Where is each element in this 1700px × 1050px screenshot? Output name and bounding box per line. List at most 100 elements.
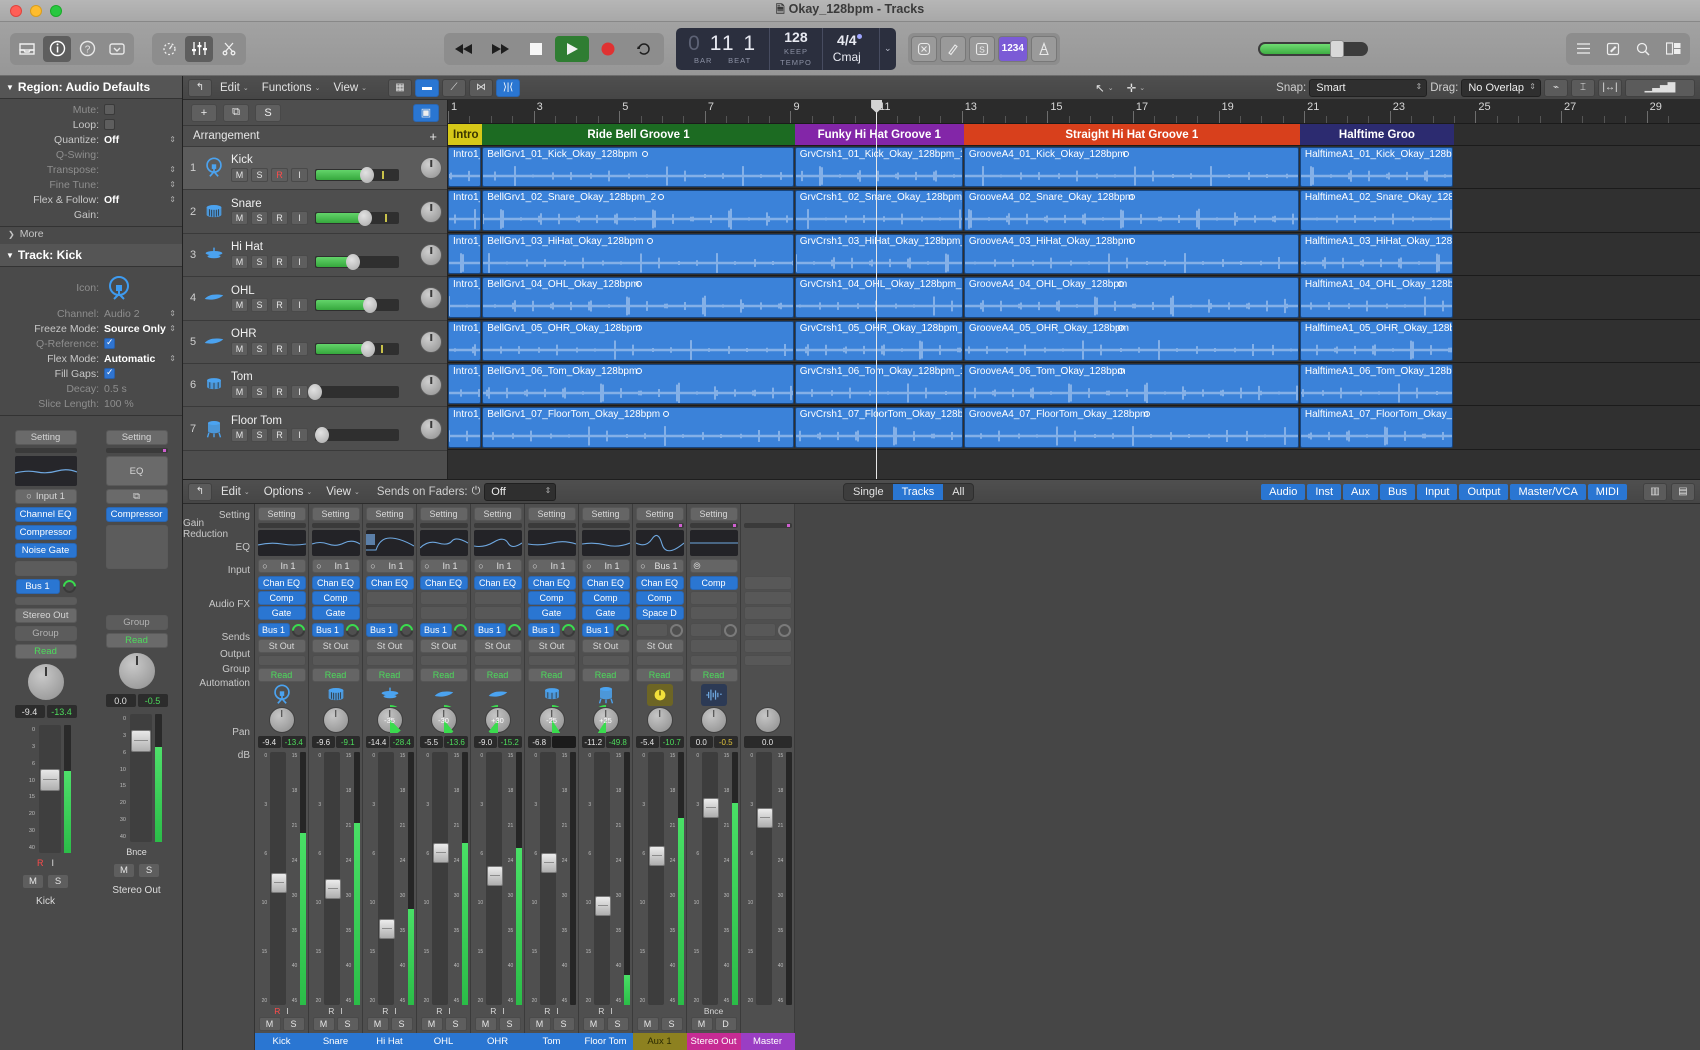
metronome-icon[interactable] bbox=[1031, 36, 1057, 62]
track-record-button[interactable]: R bbox=[271, 428, 288, 442]
volume-value[interactable]: -9.4 bbox=[15, 705, 45, 718]
track-record-button[interactable]: R bbox=[271, 255, 288, 269]
inspector-row[interactable]: Loop: bbox=[0, 117, 182, 132]
volume-value[interactable]: -9.4 bbox=[258, 736, 282, 748]
fx-slot-empty[interactable] bbox=[744, 576, 792, 590]
output-slot[interactable]: St Out bbox=[366, 639, 414, 653]
cycle-button[interactable] bbox=[627, 36, 661, 62]
track-input-monitor-button[interactable]: I bbox=[291, 298, 308, 312]
region-loop-icon[interactable] bbox=[663, 411, 669, 417]
input-slot[interactable]: ○In 1 bbox=[420, 559, 468, 573]
mixer-menu-edit[interactable]: Edit⌄ bbox=[216, 484, 255, 500]
bounce-button[interactable]: Bnce bbox=[704, 1006, 723, 1016]
track-name[interactable]: Floor Tom bbox=[231, 415, 415, 428]
volume-fader[interactable] bbox=[648, 752, 664, 1005]
send-level-knob[interactable] bbox=[721, 621, 739, 639]
automation-slot[interactable]: Read bbox=[474, 668, 522, 682]
inspector-row[interactable]: Quantize:Off⇕ bbox=[0, 132, 182, 147]
mixer-filter-audio[interactable]: Audio bbox=[1261, 484, 1305, 500]
input-slot[interactable]: ○In 1 bbox=[312, 559, 360, 573]
input-slot[interactable]: ○In 1 bbox=[582, 559, 630, 573]
fx-slot[interactable]: Gate bbox=[582, 606, 630, 620]
setting-button[interactable]: Setting bbox=[258, 507, 306, 521]
track-solo-button[interactable]: S bbox=[251, 211, 268, 225]
inspector-row[interactable]: Freeze Mode:Source Only⇕ bbox=[0, 321, 182, 336]
pointer-tool[interactable]: ↖⌄ bbox=[1090, 79, 1119, 97]
send-slot-empty[interactable] bbox=[690, 623, 722, 637]
mixer-strip-hi-hat[interactable]: Setting○In 1Chan EQBus 1St OutRead-35-14… bbox=[363, 504, 417, 1050]
secondary-tool[interactable]: ✛⌄ bbox=[1122, 79, 1151, 97]
setting-button[interactable]: Setting bbox=[582, 507, 630, 521]
stepper-icon[interactable]: ⇕ bbox=[169, 309, 176, 318]
setting-button[interactable]: Setting bbox=[474, 507, 522, 521]
channel-name[interactable]: Aux 1 bbox=[633, 1033, 687, 1050]
audio-region[interactable]: GrvCrsh1_03_HiHat_Okay_128bpm_1 bbox=[795, 234, 963, 274]
snare-drum-icon[interactable] bbox=[323, 684, 349, 706]
audio-region[interactable]: GrooveA4_06_Tom_Okay_128bpm bbox=[964, 364, 1299, 404]
audio-region[interactable]: HalftimeA1_05_OHR_Okay_128bpm_1 bbox=[1300, 321, 1453, 361]
waveform-view-icon[interactable]: ▬ bbox=[415, 79, 439, 97]
audio-region[interactable]: GrvCrsh1_01_Kick_Okay_128bpm_1 bbox=[795, 147, 963, 187]
send-level-knob[interactable] bbox=[667, 621, 685, 639]
view-mode-all[interactable]: All bbox=[943, 484, 973, 500]
audio-region[interactable]: GrvCrsh1_04_OHL_Okay_128bpm_1 bbox=[795, 277, 963, 317]
track-pan-knob[interactable] bbox=[420, 331, 442, 353]
balance-knob[interactable] bbox=[117, 651, 157, 691]
inspector-row[interactable]: Fill Gaps: bbox=[0, 366, 182, 381]
setting-button[interactable]: Setting bbox=[690, 507, 738, 521]
track-pan-knob[interactable] bbox=[420, 418, 442, 440]
automation-slot[interactable]: Read bbox=[258, 668, 306, 682]
menu-view[interactable]: View⌄ bbox=[328, 80, 372, 96]
overhead-icon[interactable] bbox=[431, 684, 457, 706]
track-solo-button[interactable]: S bbox=[251, 342, 268, 356]
track-name[interactable]: Snare bbox=[231, 198, 415, 211]
fx-slot[interactable]: Comp bbox=[582, 591, 630, 605]
snap-mode-icon[interactable]: ⟩|⟨ bbox=[496, 79, 520, 97]
channel-icon[interactable] bbox=[755, 684, 781, 706]
channel-name[interactable]: Master bbox=[741, 1033, 795, 1050]
mixer-strip-snare[interactable]: Setting○In 1Chan EQCompGateBus 1St OutRe… bbox=[309, 504, 363, 1050]
audio-region[interactable]: Intro1_ bbox=[448, 364, 481, 404]
region-more-toggle[interactable]: ❯ More bbox=[0, 227, 182, 241]
volume-fader[interactable] bbox=[270, 752, 286, 1005]
audio-region[interactable]: GrooveA4_05_OHR_Okay_128bpm bbox=[964, 321, 1299, 361]
channel-name[interactable]: Snare bbox=[309, 1033, 363, 1050]
channel-name[interactable]: Hi Hat bbox=[363, 1033, 417, 1050]
mixer-menu-view[interactable]: View⌄ bbox=[321, 484, 365, 500]
group-slot[interactable]: Group bbox=[106, 615, 168, 630]
track-name[interactable]: Hi Hat bbox=[231, 241, 415, 254]
region-row[interactable]: Intro1_BellGrv1_02_Snare_Okay_128bpm_2Gr… bbox=[448, 189, 1700, 232]
eq-thumbnail[interactable] bbox=[474, 530, 522, 556]
record-enable-button[interactable]: R bbox=[490, 1006, 496, 1016]
lcd-display[interactable]: 0 11 1 BAR BEAT 128 KEEP TEMPO 4/4 Cmaj … bbox=[676, 28, 896, 70]
send-level-knob[interactable] bbox=[775, 621, 793, 639]
track-solo-button[interactable]: S bbox=[251, 168, 268, 182]
audio-region[interactable]: Intro1_ bbox=[448, 190, 481, 230]
audio-region[interactable]: Intro1_ bbox=[448, 234, 481, 274]
audio-region[interactable]: BellGrv1_06_Tom_Okay_128bpm bbox=[482, 364, 794, 404]
send-level-knob[interactable] bbox=[451, 621, 469, 639]
hihat-icon[interactable] bbox=[377, 684, 403, 706]
input-slot[interactable]: ○In 1 bbox=[528, 559, 576, 573]
audio-region[interactable]: GrvCrsh1_02_Snare_Okay_128bpm_1 bbox=[795, 190, 963, 230]
send-level-knob[interactable] bbox=[343, 621, 361, 639]
snap-select[interactable]: Smart bbox=[1309, 79, 1427, 97]
region-loop-icon[interactable] bbox=[1118, 325, 1124, 331]
region-row[interactable]: Intro1_BellGrv1_01_Kick_Okay_128bpmGrvCr… bbox=[448, 146, 1700, 189]
fx-slot[interactable]: Gate bbox=[312, 606, 360, 620]
mute-button[interactable]: M bbox=[583, 1017, 605, 1031]
region-row[interactable]: Intro1_BellGrv1_06_Tom_Okay_128bpmGrvCrs… bbox=[448, 363, 1700, 406]
track-header[interactable]: 5OHRMSRI bbox=[183, 321, 447, 364]
view-mode-tracks[interactable]: Tracks bbox=[893, 484, 944, 500]
mixer-strip-tom[interactable]: Setting○In 1Chan EQCompGateBus 1St OutRe… bbox=[525, 504, 579, 1050]
fx-slot[interactable]: Space D bbox=[636, 606, 684, 620]
fx-slot[interactable]: Chan EQ bbox=[582, 576, 630, 590]
audio-region[interactable]: GrooveA4_04_OHL_Okay_128bpm bbox=[964, 277, 1299, 317]
arrangement-marker[interactable]: Straight Hi Hat Groove 1 bbox=[964, 124, 1300, 145]
arrangement-track-header[interactable]: Arrangement + bbox=[183, 126, 447, 147]
send-slot[interactable]: Bus 1 bbox=[420, 623, 452, 637]
track-solo-button[interactable]: S bbox=[251, 428, 268, 442]
fx-slot-empty[interactable] bbox=[474, 591, 522, 605]
inspector-checkbox[interactable] bbox=[104, 104, 115, 115]
horizontal-zoom-icon[interactable]: |↔| bbox=[1598, 79, 1622, 97]
